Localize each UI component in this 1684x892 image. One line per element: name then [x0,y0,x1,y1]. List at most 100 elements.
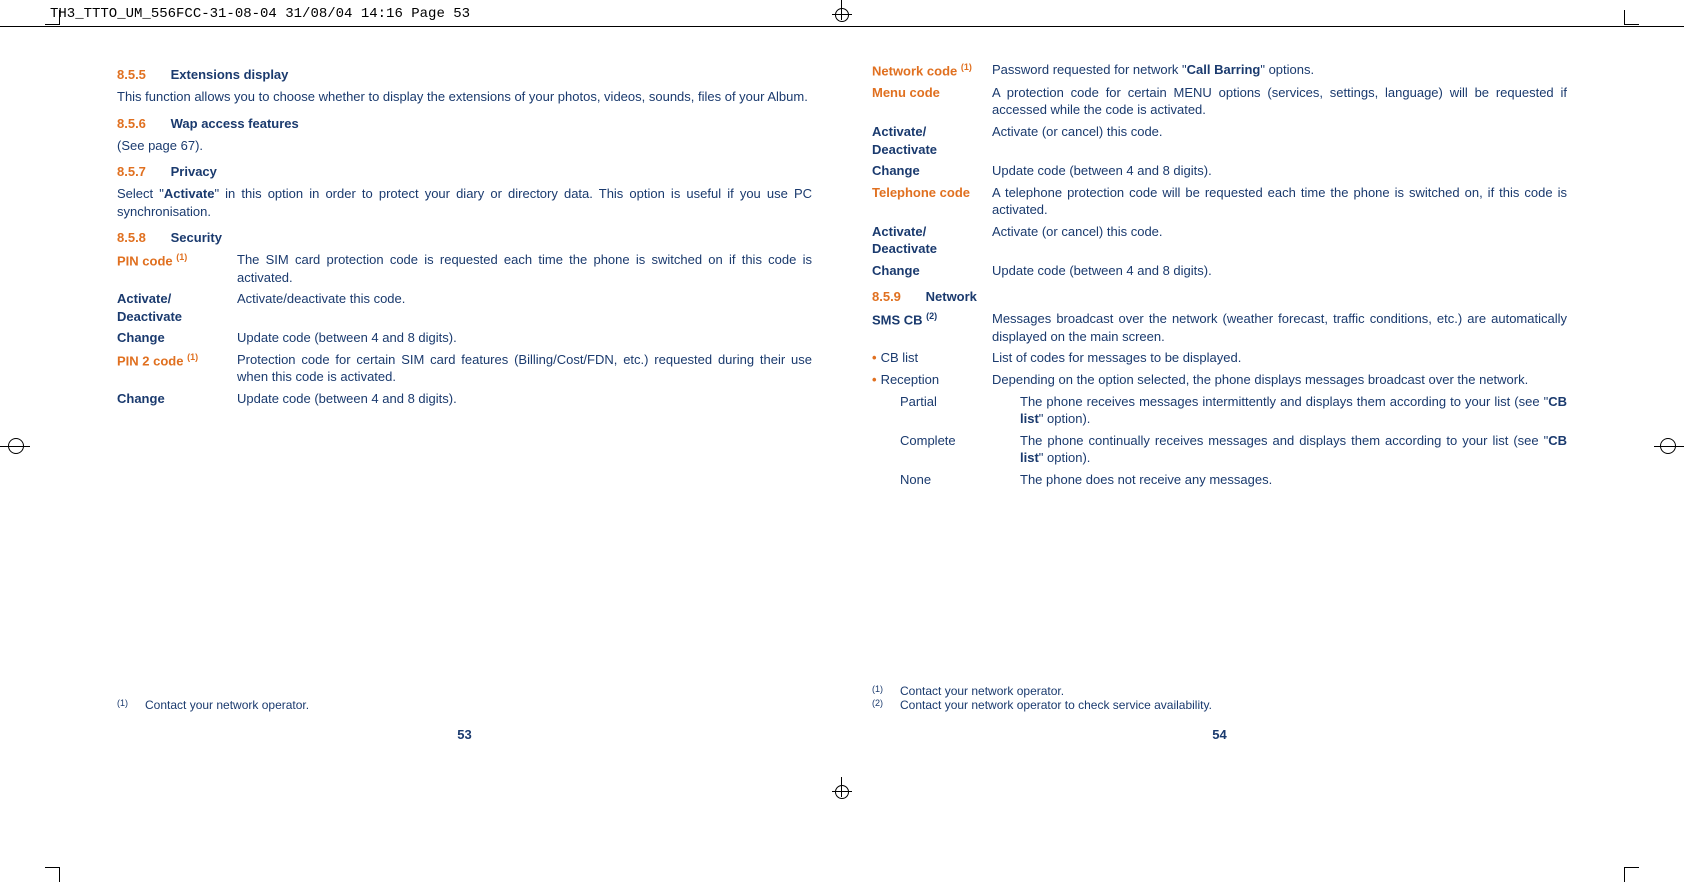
definition-term: •Reception [872,371,992,389]
crop-corner-icon [1624,10,1639,25]
footnote: (1) Contact your network operator. [117,698,812,712]
definition-row: Menu codeA protection code for certain M… [872,84,1567,119]
definition-desc: Activate (or cancel) this code. [992,123,1567,158]
definition-desc: Protection code for certain SIM card fea… [237,351,812,386]
footnote-text: Contact your network operator to check s… [900,698,1212,712]
definition-desc: Update code (between 4 and 8 digits). [237,390,812,408]
definition-row: •ReceptionDepending on the option select… [872,371,1567,389]
definition-desc: Activate (or cancel) this code. [992,223,1567,258]
section-8-5-5-body: This function allows you to choose wheth… [117,88,812,106]
footnote-marker: (1) [872,684,890,698]
print-header: TH3_TTTO_UM_556FCC-31-08-04 31/08/04 14:… [0,0,1684,27]
page-54: Network code (1)Password requested for n… [872,57,1567,757]
definition-term: Telephone code [872,184,992,219]
section-number: 8.5.8 [117,230,167,245]
footnotes-left: (1) Contact your network operator. [117,668,812,712]
footnote: (1) Contact your network operator. [872,684,1567,698]
section-title: Extensions display [171,67,289,82]
definition-row: PartialThe phone receives messages inter… [872,393,1567,428]
definition-desc: The phone continually receives messages … [1020,432,1567,467]
bullet-icon: • [872,372,877,387]
crop-mark-top [832,0,852,20]
footnotes-right: (1) Contact your network operator. (2) Cont… [872,654,1567,712]
section-8-5-9-head: 8.5.9 Network [872,289,1567,304]
footnote-text: Contact your network operator. [145,698,309,712]
definition-desc: Password requested for network "Call Bar… [992,61,1567,80]
definition-row: Activate/ DeactivateActivate/deactivate … [117,290,812,325]
section-8-5-8-head: 8.5.8 Security [117,230,812,245]
crop-corner-icon [45,867,60,882]
bullet-icon: • [872,350,877,365]
definition-term: Activate/ Deactivate [872,223,992,258]
section-title: Security [171,230,222,245]
definition-term: Activate/ Deactivate [117,290,237,325]
definition-term: Complete [872,432,1020,467]
section-8-5-5-head: 8.5.5 Extensions display [117,67,812,82]
definition-term: Change [117,329,237,347]
definition-desc: List of codes for messages to be display… [992,349,1567,367]
definition-term: PIN code (1) [117,251,237,286]
definition-desc: Messages broadcast over the network (wea… [992,310,1567,345]
definition-desc: Update code (between 4 and 8 digits). [992,262,1567,280]
footnote: (2) Contact your network operator to chec… [872,698,1567,712]
definition-term: •CB list [872,349,992,367]
definition-term: PIN 2 code (1) [117,351,237,386]
definition-term: Change [872,262,992,280]
definition-row: Telephone codeA telephone protection cod… [872,184,1567,219]
text: " in this option in order to protect you… [117,186,812,219]
definition-row: ChangeUpdate code (between 4 and 8 digit… [872,162,1567,180]
definition-desc: Depending on the option selected, the ph… [992,371,1567,389]
section-8-5-7-head: 8.5.7 Privacy [117,164,812,179]
section-8-5-7-body: Select "Activate" in this option in orde… [117,185,812,220]
definition-row: PIN 2 code (1)Protection code for certai… [117,351,812,386]
definition-row: SMS CB (2)Messages broadcast over the ne… [872,310,1567,345]
definition-desc: A telephone protection code will be requ… [992,184,1567,219]
section-title: Network [926,289,977,304]
text-bold: Activate [164,186,215,201]
definition-desc: Update code (between 4 and 8 digits). [992,162,1567,180]
footnote-marker: (1) [117,698,135,712]
definition-desc: The SIM card protection code is requeste… [237,251,812,286]
section-8-5-6-body: (See page 67). [117,137,812,155]
definition-term: Menu code [872,84,992,119]
crop-corner-icon [1624,867,1639,882]
definition-row: NoneThe phone does not receive any messa… [872,471,1567,489]
definition-row: •CB listList of codes for messages to be… [872,349,1567,367]
definition-row: Network code (1)Password requested for n… [872,61,1567,80]
footnote-marker: (2) [872,698,890,712]
definition-term: Network code (1) [872,61,992,80]
crop-mark-left-icon [0,431,30,461]
crop-corner-icon [45,10,60,25]
definition-row: PIN code (1)The SIM card protection code… [117,251,812,286]
definition-row: Activate/ DeactivateActivate (or cancel)… [872,123,1567,158]
definition-desc: A protection code for certain MENU optio… [992,84,1567,119]
definition-desc: The phone does not receive any messages. [1020,471,1567,489]
definition-row: ChangeUpdate code (between 4 and 8 digit… [872,262,1567,280]
section-number: 8.5.9 [872,289,922,304]
definition-desc: Activate/deactivate this code. [237,290,812,325]
text: Select " [117,186,164,201]
definition-row: CompleteThe phone continually receives m… [872,432,1567,467]
definition-term: None [872,471,1020,489]
section-title: Privacy [171,164,217,179]
definition-row: Activate/ DeactivateActivate (or cancel)… [872,223,1567,258]
header-text: TH3_TTTO_UM_556FCC-31-08-04 31/08/04 14:… [50,6,470,22]
page-number: 53 [117,712,812,757]
section-number: 8.5.7 [117,164,167,179]
page-53: 8.5.5 Extensions display This function a… [117,57,812,757]
definition-term: Change [872,162,992,180]
definition-desc: The phone receives messages intermittent… [1020,393,1567,428]
section-title: Wap access features [171,116,299,131]
definition-term: SMS CB (2) [872,310,992,345]
section-number: 8.5.5 [117,67,167,82]
crop-mark-right-icon [1654,431,1684,461]
definition-term: Partial [872,393,1020,428]
crop-mark-bottom-icon [832,777,852,797]
section-8-5-6-head: 8.5.6 Wap access features [117,116,812,131]
section-number: 8.5.6 [117,116,167,131]
definition-term: Activate/ Deactivate [872,123,992,158]
footnote-text: Contact your network operator. [900,684,1064,698]
definition-desc: Update code (between 4 and 8 digits). [237,329,812,347]
definition-row: ChangeUpdate code (between 4 and 8 digit… [117,390,812,408]
page-number: 54 [872,712,1567,757]
